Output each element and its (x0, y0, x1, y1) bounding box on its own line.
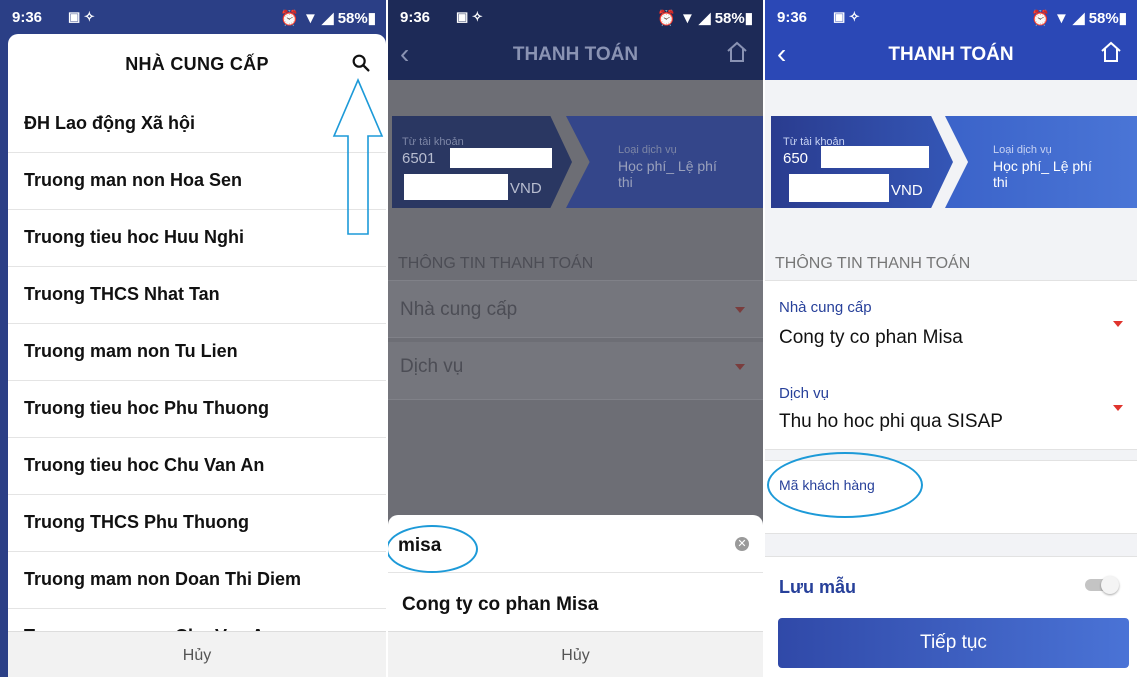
provider-item[interactable]: Truong THCS Nhat Tan (8, 267, 386, 324)
status-bar: 9:36 ▣ ✧ ⏰ ▼ ◢ 58%▮ (388, 0, 763, 34)
service-placeholder: Dịch vụ (400, 356, 464, 377)
provider-value: Cong ty co phan Misa (779, 327, 963, 348)
status-notification-icons: ▣ ✧ (68, 9, 95, 24)
section-title: THÔNG TIN THANH TOÁN (398, 255, 594, 272)
status-battery: ⏰ ▼ ◢ 58%▮ (1031, 10, 1127, 27)
provider-item-label: Truong THCS Phu Thuong (24, 512, 249, 532)
provider-item[interactable]: Truong mam non Doan Thi Diem (8, 552, 386, 609)
cancel-button[interactable]: Hủy (388, 631, 763, 677)
from-account-label: Từ tài khoản (402, 136, 464, 148)
account-card: Từ tài khoản 6501 VND (392, 116, 572, 208)
search-sheet: misa ✕ Cong ty co phan Misa Hủy (388, 515, 763, 677)
status-time: 9:36 (400, 9, 431, 26)
save-template-toggle[interactable] (1085, 576, 1119, 594)
footer-area: Tiếp tục (765, 614, 1137, 677)
service-card: Loại dịch vụ Học phí_ Lệ phí thi (566, 116, 763, 208)
clear-icon[interactable]: ✕ (735, 537, 749, 551)
payment-search-screen: 9:36 ▣ ✧ ⏰ ▼ ◢ 58%▮ ‹ THANH TOÁN Từ tài … (388, 0, 763, 677)
status-battery: ⏰ ▼ ◢ 58%▮ (657, 10, 753, 27)
dropdown-arrow-icon (1113, 405, 1123, 411)
dropdown-arrow-icon (1113, 321, 1123, 327)
annotation-circle (767, 452, 923, 518)
currency-label: VND (510, 180, 542, 197)
redacted-block (821, 146, 929, 168)
provider-item[interactable]: Truong tieu hoc Phu Thuong (8, 381, 386, 438)
continue-button[interactable]: Tiếp tục (778, 618, 1129, 668)
provider-picker-screen: 9:36 ▣ ✧ ⏰ ▼ ◢ 58%▮ NHÀ CUNG CẤP ĐH Lao … (0, 0, 386, 677)
save-template-label: Lưu mẫu (779, 577, 857, 597)
provider-item-label: Truong tieu hoc Phu Thuong (24, 398, 269, 418)
page-title: THANH TOÁN (888, 44, 1014, 65)
status-time: 9:36 (12, 9, 43, 26)
status-bar: 9:36 ▣ ✧ ⏰ ▼ ◢ 58%▮ (765, 0, 1137, 34)
redacted-block (450, 148, 552, 168)
service-dropdown[interactable]: Dịch vụ (388, 342, 763, 400)
search-icon[interactable] (350, 52, 372, 74)
provider-item-label: Truong mam non Tu Lien (24, 341, 238, 361)
service-card: Loại dịch vụ Học phí_ Lệ phí thi (945, 116, 1137, 208)
header-bar: 9:36 ▣ ✧ ⏰ ▼ ◢ 58%▮ ‹ THANH TOÁN (765, 0, 1137, 80)
home-icon[interactable] (1099, 40, 1123, 64)
home-icon[interactable] (725, 40, 749, 64)
service-dropdown[interactable]: Dịch vụ Thu ho hoc phi qua SISAP (765, 367, 1137, 451)
account-card: Từ tài khoản 650 VND (771, 116, 953, 208)
status-notification-icons: ▣ ✧ (833, 9, 860, 24)
dropdown-arrow-icon (735, 307, 745, 313)
toggle-knob (1101, 576, 1119, 594)
provider-item-label: Truong THCS Nhat Tan (24, 284, 220, 304)
sheet-title: NHÀ CUNG CẤP (125, 54, 269, 74)
cancel-button[interactable]: Hủy (8, 631, 386, 677)
provider-item[interactable]: Truong tieu hoc Chu Van An (8, 438, 386, 495)
provider-item[interactable]: Truong mam non Tu Lien (8, 324, 386, 381)
section-title: THÔNG TIN THANH TOÁN (775, 255, 971, 272)
provider-item-label: Truong man non Hoa Sen (24, 170, 243, 190)
search-result-item[interactable]: Cong ty co phan Misa (388, 573, 763, 631)
provider-label: Nhà cung cấp (779, 299, 872, 316)
search-result-label: Cong ty co phan Misa (402, 594, 599, 615)
currency-label: VND (891, 182, 923, 199)
annotation-arrow-icon (332, 78, 384, 235)
service-label: Dịch vụ (779, 385, 830, 402)
header-bar: 9:36 ▣ ✧ ⏰ ▼ ◢ 58%▮ ‹ THANH TOÁN (388, 0, 763, 80)
provider-item[interactable]: Truong THCS Phu Thuong (8, 495, 386, 552)
provider-item-label: Truong mam non Doan Thi Diem (24, 569, 302, 589)
status-battery: ⏰ ▼ ◢ 58%▮ (280, 10, 376, 27)
page-title: THANH TOÁN (512, 44, 639, 65)
dropdown-arrow-icon (735, 364, 745, 370)
redacted-block (404, 174, 508, 200)
redacted-block (789, 174, 889, 202)
payment-form-screen: 9:36 ▣ ✧ ⏰ ▼ ◢ 58%▮ ‹ THANH TOÁN Từ tài … (765, 0, 1137, 677)
service-type-label: Loại dịch vụ (618, 144, 677, 156)
provider-item-label: Truong tieu hoc Chu Van An (24, 455, 265, 475)
status-time: 9:36 (777, 9, 808, 26)
status-bar: 9:36 ▣ ✧ ⏰ ▼ ◢ 58%▮ (0, 0, 386, 34)
service-type-value: Học phí_ Lệ phí thi (993, 158, 1092, 190)
provider-item-label: Truong tieu hoc Huu Nghi (24, 227, 244, 247)
service-type-value: Học phí_ Lệ phí thi (618, 158, 717, 190)
provider-item-label: ĐH Lao động Xã hội (24, 113, 195, 133)
account-number: 6501 (402, 150, 436, 167)
annotation-circle (388, 525, 478, 573)
payment-info-card: Nhà cung cấp Cong ty co phan Misa Dịch v… (765, 280, 1137, 450)
provider-placeholder: Nhà cung cấp (400, 299, 518, 320)
provider-dropdown[interactable]: Nhà cung cấp Cong ty co phan Misa (765, 281, 1137, 365)
provider-dropdown[interactable]: Nhà cung cấp (388, 280, 763, 338)
status-notification-icons: ▣ ✧ (456, 9, 483, 24)
service-value: Thu ho hoc phi qua SISAP (779, 411, 1003, 432)
save-template-row: Lưu mẫu (765, 556, 1137, 614)
service-type-label: Loại dịch vụ (993, 144, 1052, 156)
account-number: 650 (783, 150, 809, 167)
